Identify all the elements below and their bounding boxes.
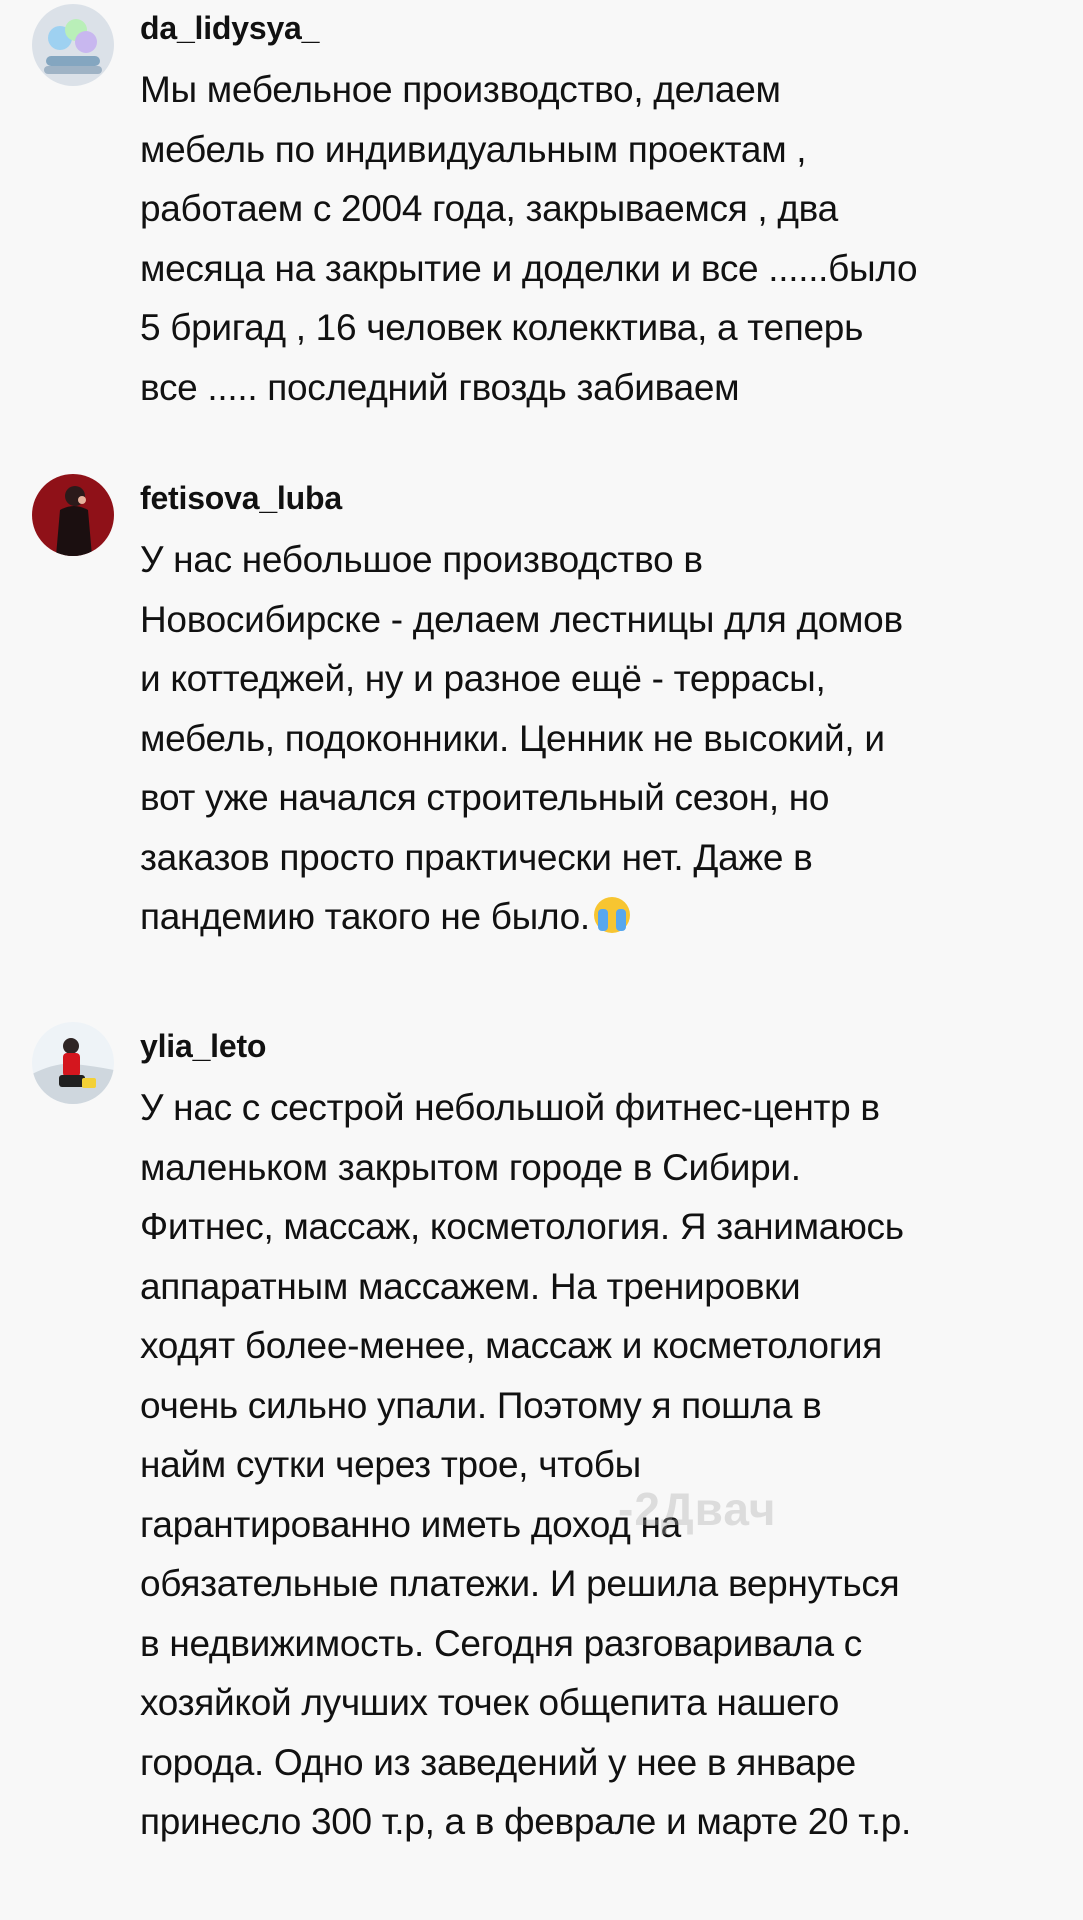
avatar[interactable] — [32, 4, 114, 86]
comment-item: da_lidysya_ Мы мебельное производство, д… — [0, 0, 1083, 417]
comment-username[interactable]: fetisova_luba — [140, 474, 1070, 522]
avatar-image-icon — [32, 4, 114, 86]
comment-text: У нас с сестрой небольшой фитнес-центр в… — [140, 1087, 912, 1842]
comment-username[interactable]: ylia_leto — [140, 1022, 1070, 1070]
avatar-image-icon — [32, 474, 114, 556]
comment-feed: da_lidysya_ Мы мебельное производство, д… — [0, 0, 1083, 1920]
avatar-column — [0, 470, 140, 947]
loudly-crying-face-icon — [593, 897, 630, 933]
avatar-column — [0, 1018, 140, 1852]
avatar[interactable] — [32, 1022, 114, 1104]
comment-content: ylia_leto У нас с сестрой небольшой фитн… — [140, 1018, 1070, 1852]
avatar-column — [0, 0, 140, 417]
comment-item: ylia_leto У нас с сестрой небольшой фитн… — [0, 1018, 1083, 1852]
comment-username[interactable]: da_lidysya_ — [140, 4, 1070, 52]
comment-item: fetisova_luba У нас небольшое производст… — [0, 470, 1083, 947]
comment-text: Мы мебельное производство, делаем мебель… — [140, 69, 918, 408]
comment-text-body: У нас небольшое производство в Новосибир… — [140, 539, 903, 937]
comment-content: fetisova_luba У нас небольшое производст… — [140, 470, 1070, 947]
comment-text: У нас небольшое производство в Новосибир… — [140, 530, 1070, 947]
avatar[interactable] — [32, 474, 114, 556]
comment-content: da_lidysya_ Мы мебельное производство, д… — [140, 0, 1070, 417]
avatar-image-icon — [32, 1022, 114, 1104]
